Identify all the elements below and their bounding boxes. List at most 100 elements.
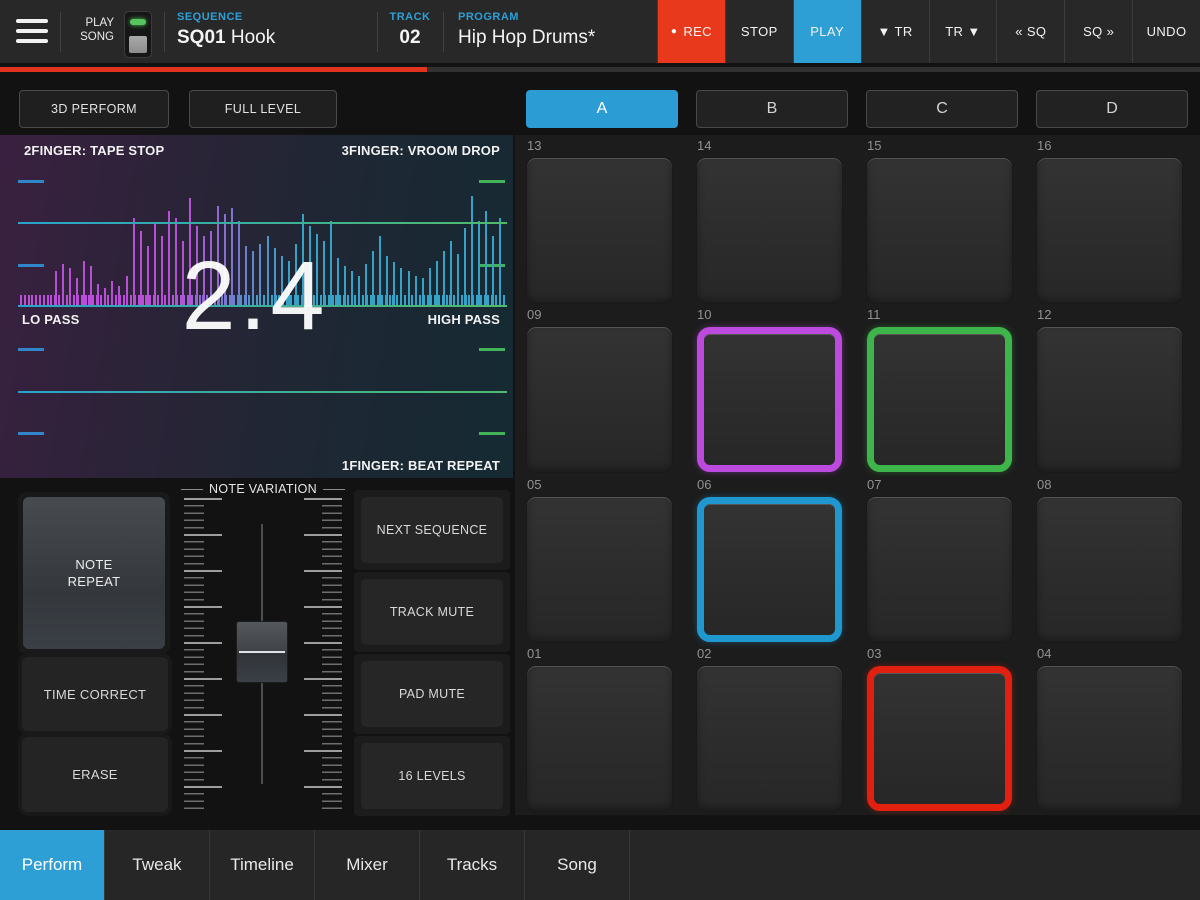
16-levels-frame: 16 LEVELS: [354, 736, 510, 816]
play-song-toggle[interactable]: [124, 11, 152, 58]
3d-perform-button[interactable]: 3D PERFORM: [19, 90, 169, 128]
pad-mute-button[interactable]: PAD MUTE: [361, 661, 503, 727]
waveform-bar: [485, 211, 488, 306]
transport-track-prev-label: ▼ TR: [877, 24, 913, 39]
drum-pad-grid: 13 14 15 16 09 10 11 12 05 06 07 08 01 02 03 04: [515, 135, 1200, 815]
note-variation-slider-thumb[interactable]: [236, 621, 288, 683]
note-repeat-button[interactable]: NOTE REPEAT: [23, 497, 165, 649]
pad-02-label: 02: [697, 646, 712, 661]
pad-04[interactable]: [1037, 666, 1182, 811]
transport-track-prev-button[interactable]: ▼ TR: [860, 0, 929, 63]
pad-mute-frame: PAD MUTE: [354, 654, 510, 734]
left-tick-mark: [18, 180, 44, 183]
tab-mixer[interactable]: Mixer: [315, 830, 420, 900]
menu-button[interactable]: [16, 17, 50, 47]
pad-15[interactable]: [867, 158, 1012, 303]
pad-01[interactable]: [527, 666, 672, 811]
transport-undo-button[interactable]: UNDO: [1132, 0, 1200, 63]
pad-13[interactable]: [527, 158, 672, 303]
sequence-section[interactable]: SEQUENCE SQ01 Hook: [177, 0, 275, 63]
pad-15-label: 15: [867, 138, 882, 153]
sequence-value: SQ01 Hook: [177, 27, 276, 48]
tab-tweak[interactable]: Tweak: [105, 830, 210, 900]
top-bar: PLAY SONG SEQUENCE SQ01 Hook TRACK 02 PR…: [0, 0, 1200, 63]
track-label: TRACK: [389, 11, 431, 23]
waveform-threshold-line: [18, 222, 507, 224]
pad-14[interactable]: [697, 158, 842, 303]
waveform-bar: [470, 196, 473, 306]
note-repeat-frame: NOTE REPEAT: [18, 492, 170, 654]
high-pass-label: HIGH PASS: [427, 312, 500, 327]
hamburger-icon: [16, 19, 48, 23]
pad-08-label: 08: [1037, 477, 1052, 492]
program-section[interactable]: PROGRAM Hip Hop Drums*: [458, 0, 595, 63]
tab-perform[interactable]: Perform: [0, 830, 105, 900]
divider: [60, 12, 61, 52]
transport-seq-next-button[interactable]: SQ »: [1064, 0, 1132, 63]
next-sequence-frame: NEXT SEQUENCE: [354, 490, 510, 570]
full-level-button[interactable]: FULL LEVEL: [189, 90, 337, 128]
transport-undo-label: UNDO: [1146, 24, 1187, 39]
pad-16[interactable]: [1037, 158, 1182, 303]
transport-play-button[interactable]: PLAY: [792, 0, 861, 63]
pad-04-label: 04: [1037, 646, 1052, 661]
pad-11[interactable]: [867, 327, 1012, 472]
tab-song[interactable]: Song: [525, 830, 630, 900]
sequence-label: SEQUENCE: [177, 11, 243, 23]
xy-value-readout: 2.4: [181, 241, 329, 350]
bank-d-button[interactable]: D: [1036, 90, 1188, 128]
divider: [164, 12, 165, 52]
next-sequence-button[interactable]: NEXT SEQUENCE: [361, 497, 503, 563]
xy-performance-pad[interactable]: 2FINGER: TAPE STOP 3FINGER: VROOM DROP L…: [0, 135, 513, 478]
pad-bank-selector: ABCD: [526, 90, 1188, 128]
divider: [443, 12, 444, 52]
play-song-label: PLAY SONG: [80, 17, 114, 43]
record-dot-icon: ●: [670, 25, 678, 37]
playback-progress-track[interactable]: [0, 67, 1200, 72]
bank-a-button[interactable]: A: [526, 90, 678, 128]
slider-thumb-line: [239, 651, 285, 653]
transport-track-next-button[interactable]: TR ▼: [928, 0, 997, 63]
transport-rec-button[interactable]: ● REC: [657, 0, 725, 63]
left-tick-mark: [18, 348, 44, 351]
pad-10[interactable]: [697, 327, 842, 472]
track-section[interactable]: TRACK 02: [377, 0, 443, 63]
program-label: PROGRAM: [458, 11, 519, 23]
left-tick-mark: [18, 264, 44, 267]
16-levels-button[interactable]: 16 LEVELS: [361, 743, 503, 809]
time-correct-button[interactable]: TIME CORRECT: [22, 657, 168, 731]
pad-03-label: 03: [867, 646, 882, 661]
transport-rec-label: REC: [683, 24, 712, 39]
pad-02[interactable]: [697, 666, 842, 811]
pad-05[interactable]: [527, 497, 672, 642]
transport-play-label: PLAY: [810, 24, 845, 39]
pad-08[interactable]: [1037, 497, 1182, 642]
pad-16-label: 16: [1037, 138, 1052, 153]
program-value: Hip Hop Drums*: [458, 27, 596, 48]
erase-button[interactable]: ERASE: [22, 737, 168, 812]
track-mute-button[interactable]: TRACK MUTE: [361, 579, 503, 645]
right-tick-mark: [479, 348, 505, 351]
toggle-green-indicator: [130, 19, 146, 25]
bank-c-button[interactable]: C: [866, 90, 1018, 128]
tab-tracks[interactable]: Tracks: [420, 830, 525, 900]
xy-gesture-label-1finger: 1FINGER: BEAT REPEAT: [341, 458, 500, 473]
transport-seq-prev-label: « SQ: [1015, 24, 1047, 39]
waveform-bar: [499, 218, 502, 306]
toggle-handle[interactable]: [129, 36, 147, 53]
pad-14-label: 14: [697, 138, 712, 153]
transport-seq-prev-button[interactable]: « SQ: [996, 0, 1064, 63]
pad-03[interactable]: [867, 666, 1012, 811]
transport-stop-button[interactable]: STOP: [724, 0, 793, 63]
xy-gesture-label-2finger: 2FINGER: TAPE STOP: [24, 143, 165, 158]
pad-09[interactable]: [527, 327, 672, 472]
pad-06[interactable]: [697, 497, 842, 642]
tab-timeline[interactable]: Timeline: [210, 830, 315, 900]
pad-07[interactable]: [867, 497, 1012, 642]
note-variation-label: NOTE VARIATION: [180, 482, 346, 496]
pad-12[interactable]: [1037, 327, 1182, 472]
view-tabs: Perform Tweak Timeline Mixer Tracks Song: [0, 830, 630, 900]
bank-b-button[interactable]: B: [696, 90, 848, 128]
pad-09-label: 09: [527, 307, 542, 322]
right-tick-mark: [479, 432, 505, 435]
